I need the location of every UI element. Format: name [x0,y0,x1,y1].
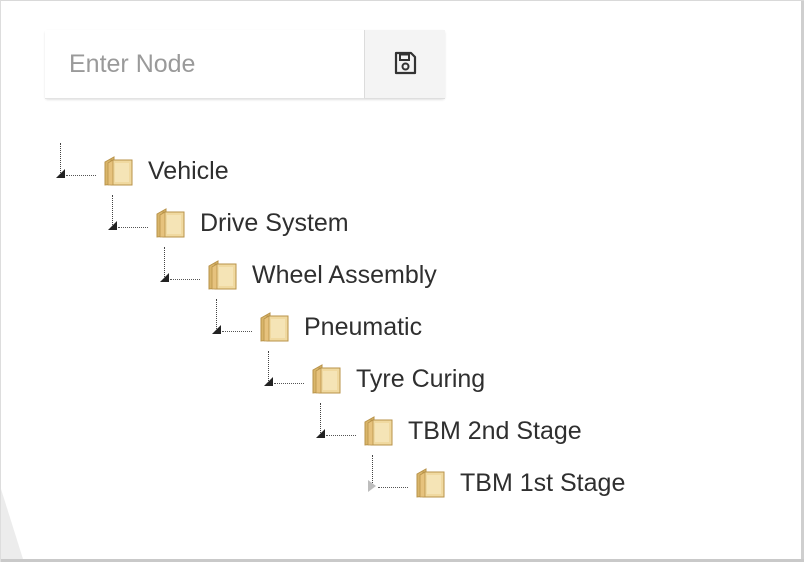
tree-node-label[interactable]: Pneumatic [304,313,422,342]
folder-icon [310,361,344,397]
tree-node-label[interactable]: TBM 1st Stage [460,469,625,498]
tree-connector [56,143,98,191]
folder-icon [154,205,188,241]
corner-glare [1,489,23,559]
expanded-toggle-icon[interactable] [316,429,325,438]
tree-node[interactable]: Pneumatic [212,299,422,347]
tree-node-label[interactable]: Vehicle [148,157,229,186]
tree-node-label[interactable]: Drive System [200,209,349,238]
tree-node[interactable]: Vehicle [56,143,229,191]
tree-node-label[interactable]: Tyre Curing [356,365,485,394]
floppy-disk-icon [393,51,417,78]
tree-connector [316,403,358,451]
folder-icon [206,257,240,293]
folder-icon [102,153,136,189]
folder-icon [362,413,396,449]
node-input-group [45,30,445,99]
tree-node[interactable]: Drive System [108,195,349,243]
tree-connector [108,195,150,243]
tree-connector [212,299,254,347]
expanded-toggle-icon[interactable] [212,325,221,334]
tree-node[interactable]: Wheel Assembly [160,247,437,295]
tree-connector [160,247,202,295]
folder-icon [414,465,448,501]
collapsed-toggle-icon[interactable] [368,480,376,492]
expanded-toggle-icon[interactable] [160,273,169,282]
tree-connector [368,455,410,503]
expanded-toggle-icon[interactable] [264,377,273,386]
tree-node[interactable]: TBM 1st Stage [368,455,625,503]
tree-node-label[interactable]: Wheel Assembly [252,261,437,290]
panel-shadow-right [801,1,804,562]
panel-shadow-bottom [1,559,804,562]
folder-icon [258,309,292,345]
tree-node-label[interactable]: TBM 2nd Stage [408,417,582,446]
expanded-toggle-icon[interactable] [108,221,117,230]
tree-node[interactable]: TBM 2nd Stage [316,403,582,451]
node-input[interactable] [45,30,365,99]
tree-panel: Vehicle Drive System Wheel Assembly Pneumat… [0,0,804,562]
expanded-toggle-icon[interactable] [56,169,65,178]
tree-connector [264,351,306,399]
tree-node[interactable]: Tyre Curing [264,351,485,399]
save-button[interactable] [365,30,445,99]
